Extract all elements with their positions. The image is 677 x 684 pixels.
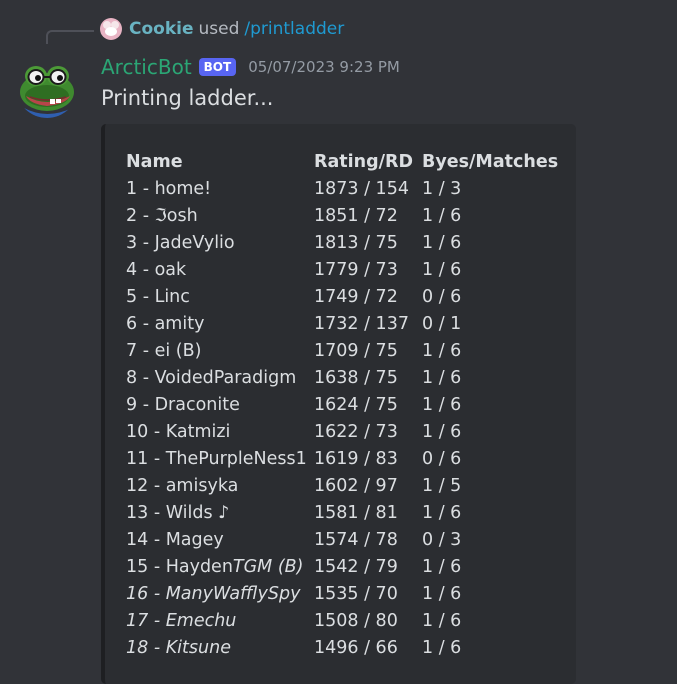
row-byes: 1 / 6 xyxy=(422,638,462,658)
row-name: 11 - ThePurpleNess1 xyxy=(126,449,307,469)
row-byes: 1 / 6 xyxy=(422,260,462,280)
row-name-italic: TGM (B) xyxy=(232,557,304,577)
reply-context[interactable]: Cookie used /printladder xyxy=(100,17,344,41)
table-row: 18 - Kitsune 1496 / 66 1 / 6 xyxy=(126,635,562,662)
table-row: 4 - oak 1779 / 73 1 / 6 xyxy=(126,257,562,284)
row-rating: 1535 / 70 xyxy=(314,584,398,604)
row-byes: 1 / 6 xyxy=(422,422,462,442)
row-rating: 1508 / 80 xyxy=(314,611,398,631)
header-byes: Byes/Matches xyxy=(422,152,559,172)
table-row: 17 - Emechu 1508 / 80 1 / 6 xyxy=(126,608,562,635)
row-name: 2 - ℑosh xyxy=(126,206,198,226)
table-header-row: Name Rating/RD Byes/Matches xyxy=(126,148,562,176)
table-row: 2 - ℑosh 1851 / 72 1 / 6 xyxy=(126,203,562,230)
row-name: 8 - VoidedParadigm xyxy=(126,368,297,388)
reply-used-text: used xyxy=(198,19,240,39)
table-row: 11 - ThePurpleNess1 1619 / 83 0 / 6 xyxy=(126,446,562,473)
table-row: 7 - ei (B) 1709 / 75 1 / 6 xyxy=(126,338,562,365)
row-name: 6 - amity xyxy=(126,314,205,334)
table-row: 13 - Wilds ♪ 1581 / 81 1 / 6 xyxy=(126,500,562,527)
table-row: 10 - Katmizi 1622 / 73 1 / 6 xyxy=(126,419,562,446)
table-row: 9 - Draconite 1624 / 75 1 / 6 xyxy=(126,392,562,419)
row-byes: 1 / 6 xyxy=(422,503,462,523)
row-name: 15 - HaydenTGM (B) xyxy=(126,554,314,581)
row-rating: 1602 / 97 xyxy=(314,476,398,496)
table-row: 3 - JadeVylio 1813 / 75 1 / 6 xyxy=(126,230,562,257)
row-byes: 1 / 6 xyxy=(422,368,462,388)
row-byes: 1 / 6 xyxy=(422,611,462,631)
table-row: 16 - ManyWafflySpy 1535 / 70 1 / 6 xyxy=(126,581,562,608)
row-name: 9 - Draconite xyxy=(126,395,240,415)
row-byes: 0 / 3 xyxy=(422,530,462,550)
reply-username[interactable]: Cookie xyxy=(129,19,194,39)
row-byes: 1 / 3 xyxy=(422,179,462,199)
table-row: 14 - Magey 1574 / 78 0 / 3 xyxy=(126,527,562,554)
row-byes: 0 / 6 xyxy=(422,287,462,307)
row-rating: 1851 / 72 xyxy=(314,206,398,226)
ladder-table: Name Rating/RD Byes/Matches 1 - home! 187… xyxy=(126,148,562,662)
reply-connector-line xyxy=(46,30,94,44)
row-name: 18 - Kitsune xyxy=(126,638,231,658)
row-rating: 1638 / 75 xyxy=(314,368,398,388)
row-byes: 0 / 1 xyxy=(422,314,462,334)
row-rating: 1749 / 72 xyxy=(314,287,398,307)
row-rating: 1779 / 73 xyxy=(314,260,398,280)
row-name: 12 - amisyka xyxy=(126,476,239,496)
message-header: ArcticBot BOT 05/07/2023 9:23 PM xyxy=(101,53,400,81)
row-rating: 1619 / 83 xyxy=(314,449,398,469)
row-name: 5 - Linc xyxy=(126,287,190,307)
row-name: 7 - ei (B) xyxy=(126,341,202,361)
row-rating: 1622 / 73 xyxy=(314,422,398,442)
code-block: Name Rating/RD Byes/Matches 1 - home! 187… xyxy=(101,124,576,684)
message-timestamp[interactable]: 05/07/2023 9:23 PM xyxy=(248,58,400,76)
row-name: 4 - oak xyxy=(126,260,187,280)
table-row: 8 - VoidedParadigm 1638 / 75 1 / 6 xyxy=(126,365,562,392)
row-byes: 1 / 6 xyxy=(422,206,462,226)
bot-avatar[interactable] xyxy=(16,56,78,118)
header-rating: Rating/RD xyxy=(314,152,414,172)
row-byes: 1 / 6 xyxy=(422,584,462,604)
row-byes: 1 / 6 xyxy=(422,557,462,577)
reply-command[interactable]: /printladder xyxy=(244,19,344,39)
row-rating: 1732 / 137 xyxy=(314,314,409,334)
row-byes: 0 / 6 xyxy=(422,449,462,469)
row-name: 13 - Wilds ♪ xyxy=(126,503,230,523)
row-byes: 1 / 5 xyxy=(422,476,462,496)
row-rating: 1581 / 81 xyxy=(314,503,398,523)
row-rating: 1709 / 75 xyxy=(314,341,398,361)
row-rating: 1624 / 75 xyxy=(314,395,398,415)
row-name: 3 - JadeVylio xyxy=(126,233,235,253)
row-byes: 1 / 6 xyxy=(422,341,462,361)
row-name: 1 - home! xyxy=(126,179,212,199)
row-name: 14 - Magey xyxy=(126,530,224,550)
message-content: Printing ladder... xyxy=(101,86,274,110)
cookie-avatar-icon[interactable] xyxy=(100,18,122,40)
row-rating: 1813 / 75 xyxy=(314,233,398,253)
row-byes: 1 / 6 xyxy=(422,395,462,415)
row-rating: 1496 / 66 xyxy=(314,638,398,658)
row-byes: 1 / 6 xyxy=(422,233,462,253)
row-name-plain: 15 - Hayden xyxy=(126,557,233,577)
table-row: 1 - home! 1873 / 154 1 / 3 xyxy=(126,176,562,203)
header-name: Name xyxy=(126,152,183,172)
table-row: 5 - Linc 1749 / 72 0 / 6 xyxy=(126,284,562,311)
table-row: 15 - HaydenTGM (B) 1542 / 79 1 / 6 xyxy=(126,554,562,581)
row-name: 17 - Emechu xyxy=(126,611,237,631)
row-rating: 1542 / 79 xyxy=(314,557,398,577)
row-rating: 1574 / 78 xyxy=(314,530,398,550)
table-row: 6 - amity 1732 / 137 0 / 1 xyxy=(126,311,562,338)
table-row: 12 - amisyka 1602 / 97 1 / 5 xyxy=(126,473,562,500)
bot-username[interactable]: ArcticBot xyxy=(101,55,192,79)
row-rating: 1873 / 154 xyxy=(314,179,409,199)
row-name: 16 - ManyWafflySpy xyxy=(126,584,301,604)
row-name: 10 - Katmizi xyxy=(126,422,231,442)
bot-tag: BOT xyxy=(198,58,237,76)
